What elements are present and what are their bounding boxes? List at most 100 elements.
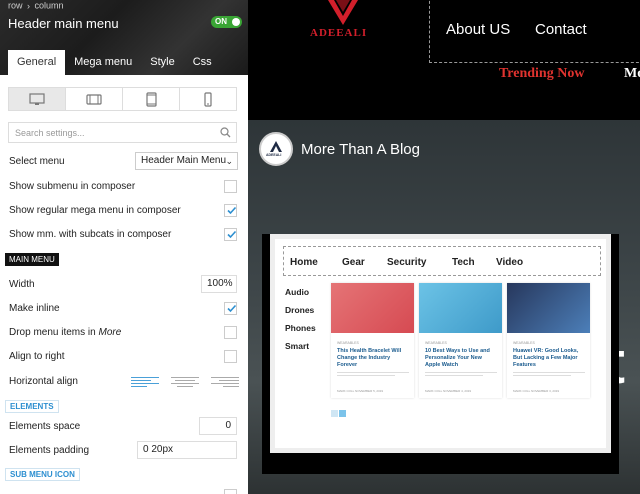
main-nav: About US Contact	[429, 0, 640, 63]
mega-nav-tech[interactable]: Tech	[452, 257, 475, 268]
tab-mega-menu[interactable]: Mega menu	[65, 50, 141, 75]
mega-nav-video[interactable]: Video	[496, 257, 523, 268]
pager-prev-button[interactable]	[331, 410, 338, 417]
mega-nav-home[interactable]: Home	[290, 257, 318, 268]
horizontal-align-row: Horizontal align	[9, 374, 239, 390]
logo-icon	[270, 141, 282, 152]
align-right-label: Align to right	[9, 351, 65, 362]
elements-space-input[interactable]: 0	[199, 417, 237, 435]
section-main-menu: MAIN MENU	[5, 253, 59, 266]
trending-now-label: Trending Now	[499, 66, 585, 81]
mega-nav-security[interactable]: Security	[387, 257, 426, 268]
elements-padding-input[interactable]: 0 20px	[137, 441, 237, 459]
feature-section: ADEEALI More Than A Blog t Home Gear Sec…	[248, 120, 640, 494]
tab-style[interactable]: Style	[141, 50, 183, 75]
width-label: Width	[9, 279, 35, 290]
post-title[interactable]: This Health Bracelet Will Change the Ind…	[337, 348, 409, 369]
post-title[interactable]: Huawei VR: Good Looks, But Lacking a Few…	[513, 348, 585, 369]
mega-subcats: Audio Drones Phones Smart	[285, 287, 316, 359]
post-card[interactable]: WEARABLES Huawei VR: Good Looks, But Lac…	[507, 283, 590, 398]
subcat-phones[interactable]: Phones	[285, 323, 316, 341]
post-category: WEARABLES	[425, 341, 447, 345]
mega-menu-frame: Home Gear Security Tech Video Audio Dron…	[262, 234, 619, 474]
logo-text: ADEEALI	[310, 27, 368, 39]
breadcrumb-row[interactable]: row	[8, 1, 23, 11]
show-submenu-row: Show submenu in composer	[9, 179, 239, 195]
toggle-label: ON	[215, 17, 227, 26]
desktop-icon	[29, 92, 45, 105]
drop-items-row: Drop menu items in More	[9, 325, 239, 341]
device-tablet-portrait[interactable]	[123, 88, 180, 110]
post-image	[419, 283, 502, 333]
align-right-checkbox[interactable]	[224, 350, 237, 363]
tab-css[interactable]: Css	[184, 50, 221, 75]
subcat-drones[interactable]: Drones	[285, 305, 316, 323]
site-preview: ADEEALI About US Contact Trending Now Mo…	[248, 0, 640, 494]
post-meta: MARK COLL NOVEMBER 3, 2019	[513, 389, 560, 393]
elements-space-label: Elements space	[9, 421, 81, 432]
trending-item[interactable]: Mo	[624, 66, 640, 82]
nav-about-us[interactable]: About US	[446, 21, 510, 38]
tablet-portrait-icon	[145, 91, 157, 107]
enable-toggle[interactable]: ON	[211, 16, 242, 28]
check-icon	[227, 206, 237, 215]
drop-items-label: Drop menu items in More	[9, 325, 121, 341]
post-excerpt	[513, 372, 585, 380]
show-regular-row: Show regular mega menu in composer	[9, 203, 239, 219]
device-tablet-landscape[interactable]	[66, 88, 123, 110]
post-meta: MARK COLL NOVEMBER 4, 2019	[425, 389, 472, 393]
device-switcher	[8, 87, 237, 111]
breadcrumb-column[interactable]: column	[35, 1, 64, 11]
post-meta: MARK COLL NOVEMBER 5, 2019	[337, 389, 384, 393]
make-inline-row: Make inline	[9, 301, 239, 317]
subcat-audio[interactable]: Audio	[285, 287, 316, 305]
align-center-icon[interactable]	[171, 374, 199, 388]
show-submenu-label: Show submenu in composer	[9, 181, 136, 192]
settings-tabs: General Mega menu Style Css	[8, 50, 221, 75]
panel-title: Header main menu	[8, 16, 119, 31]
make-inline-checkbox[interactable]	[224, 302, 237, 315]
search-input[interactable]	[9, 123, 209, 143]
show-regular-checkbox[interactable]	[224, 204, 237, 217]
device-mobile[interactable]	[180, 88, 236, 110]
nav-contact[interactable]: Contact	[535, 21, 587, 38]
post-category: WEARABLES	[337, 341, 359, 345]
post-card[interactable]: WEARABLES 10 Best Ways to Use and Person…	[419, 283, 502, 398]
partial-checkbox[interactable]	[224, 489, 237, 494]
post-title[interactable]: 10 Best Ways to Use and Personalize Your…	[425, 348, 497, 369]
select-menu-row: Select menu Header Main Menu ⌄	[9, 152, 239, 170]
toggle-knob	[232, 18, 240, 26]
post-excerpt	[425, 372, 497, 380]
select-menu-dropdown[interactable]: Header Main Menu ⌄	[135, 152, 238, 170]
site-header: ADEEALI About US Contact Trending Now Mo	[248, 0, 640, 120]
tab-general[interactable]: General	[8, 50, 66, 75]
blog-title: More Than A Blog	[301, 141, 420, 158]
post-card[interactable]: WEARABLES This Health Bracelet Will Chan…	[331, 283, 414, 398]
chevron-down-icon: ⌄	[225, 156, 233, 166]
width-input[interactable]: 100%	[201, 275, 237, 293]
align-right-icon[interactable]	[211, 374, 239, 388]
check-icon	[227, 230, 237, 239]
blog-avatar-text: ADEEALI	[266, 153, 282, 157]
mega-menu-nav: Home Gear Security Tech Video	[283, 246, 601, 276]
post-excerpt	[337, 372, 409, 380]
select-menu-label: Select menu	[9, 156, 65, 167]
select-menu-value: Header Main Menu	[141, 155, 227, 166]
align-left-icon[interactable]	[131, 374, 159, 388]
horizontal-align-options	[131, 374, 239, 388]
show-mm-label: Show mm. with subcats in composer	[9, 229, 172, 240]
show-submenu-checkbox[interactable]	[224, 180, 237, 193]
elements-padding-row: Elements padding 0 20px	[9, 441, 239, 459]
blog-avatar: ADEEALI	[259, 132, 293, 166]
partial-row	[9, 487, 239, 494]
pager-next-button[interactable]	[339, 410, 346, 417]
panel-header: row › column Header main menu ON General…	[0, 0, 248, 75]
show-mm-checkbox[interactable]	[224, 228, 237, 241]
drop-items-checkbox[interactable]	[224, 326, 237, 339]
elements-padding-label: Elements padding	[9, 445, 90, 456]
device-desktop[interactable]	[9, 88, 66, 110]
subcat-smart[interactable]: Smart	[285, 341, 316, 359]
show-regular-label: Show regular mega menu in composer	[9, 205, 181, 216]
check-icon	[227, 304, 237, 313]
mega-nav-gear[interactable]: Gear	[342, 257, 365, 268]
